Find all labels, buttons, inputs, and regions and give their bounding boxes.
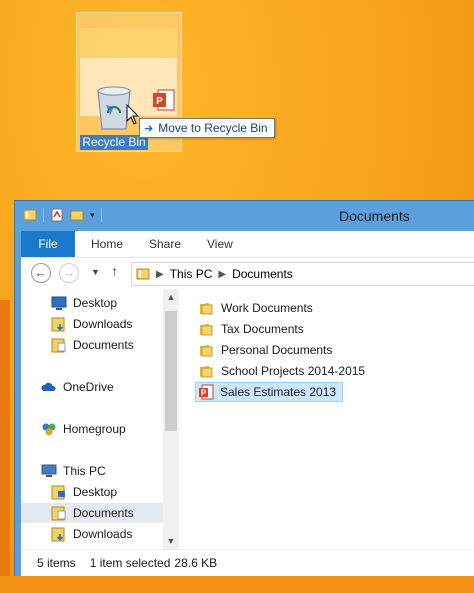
downloads-folder-icon [51, 527, 65, 542]
tab-home[interactable]: Home [91, 231, 123, 257]
address-folder-icon [136, 268, 150, 280]
nav-item-label: Downloads [73, 317, 133, 331]
downloads-folder-icon [51, 317, 65, 332]
up-arrow-icon: ↑ [111, 263, 118, 279]
nav-item-label: Documents [73, 338, 134, 352]
documents-folder-icon [51, 338, 66, 353]
customize-qat-icon[interactable]: ▾ [90, 210, 95, 221]
tab-share[interactable]: Share [149, 231, 181, 257]
recycle-bin-label: Recycle Bin [80, 135, 148, 150]
desktop-icon [51, 296, 67, 310]
status-item-count: 5 items [37, 556, 76, 570]
back-button[interactable]: ← [31, 263, 51, 283]
quick-access-toolbar: ▾ [23, 208, 102, 222]
powerpoint-drag-icon: P [153, 89, 175, 111]
title-bar[interactable]: ▾ Documents [15, 201, 474, 231]
nav-item-label: Homegroup [63, 422, 126, 436]
svg-text:P: P [201, 389, 207, 398]
file-item-sales-estimates[interactable]: P Sales Estimates 2013 [195, 382, 344, 402]
nav-item-downloads[interactable]: Downloads [21, 314, 179, 334]
nav-item-label: Desktop [73, 485, 118, 499]
folder-icon [200, 345, 213, 357]
ribbon-tabs: File Home Share View [21, 231, 474, 257]
qat-separator [43, 208, 44, 222]
desktop-edge [0, 300, 10, 593]
nav-scrollbar[interactable]: ▲ ▼ [163, 289, 179, 549]
homegroup-icon [42, 423, 56, 436]
scroll-up-icon[interactable]: ▲ [163, 289, 179, 305]
back-arrow-icon: ← [34, 265, 48, 280]
navigation-pane: Desktop Downloads Documents OneDrive Hom… [21, 289, 179, 549]
file-name: Personal Documents [221, 343, 333, 357]
qat-separator-2 [100, 208, 102, 222]
tab-view[interactable]: View [207, 231, 233, 257]
nav-item-label: Desktop [73, 296, 118, 310]
up-button[interactable]: ↑ [111, 263, 118, 279]
taskbar-edge [0, 576, 474, 593]
new-folder-icon[interactable] [70, 208, 84, 222]
desktop-folder-icon [51, 485, 65, 500]
address-row: ← → ▼ ↑ ▶ This PC ▶ Documents [21, 257, 474, 290]
breadcrumb-separator-icon[interactable]: ▶ [156, 269, 164, 280]
content-area: Desktop Downloads Documents OneDrive Hom… [21, 289, 474, 549]
documents-folder-icon [51, 506, 66, 521]
folder-icon [200, 303, 213, 315]
file-name: School Projects 2014-2015 [221, 364, 366, 378]
powerpoint-file-icon: P [199, 384, 214, 400]
nav-item-label: Downloads [73, 527, 133, 541]
nav-item-label: OneDrive [63, 380, 114, 394]
file-name: Sales Estimates 2013 [220, 385, 337, 399]
explorer-window: ▾ Documents File Home Share View ← → ▼ ↑… [14, 200, 474, 577]
file-item-personal-documents[interactable]: Personal Documents [197, 340, 338, 360]
forward-button[interactable]: → [59, 263, 79, 283]
forward-arrow-icon: → [62, 265, 76, 280]
drag-ghost-top [80, 28, 177, 60]
mouse-cursor-icon [126, 104, 140, 125]
window-folder-icon [23, 209, 37, 221]
status-selected: 1 item selected [89, 556, 171, 570]
file-item-school-projects[interactable]: School Projects 2014-2015 [197, 361, 371, 381]
onedrive-cloud-icon [41, 382, 56, 391]
scroll-thumb[interactable] [165, 311, 177, 431]
breadcrumb-this-pc[interactable]: This PC [170, 267, 213, 281]
nav-item-pc-downloads[interactable]: Downloads [21, 524, 179, 544]
tab-file[interactable]: File [21, 231, 75, 257]
file-name: Tax Documents [221, 322, 304, 336]
recent-locations-chevron-icon[interactable]: ▼ [91, 267, 100, 277]
folder-icon [200, 366, 213, 378]
nav-item-this-pc[interactable]: This PC [21, 461, 179, 481]
nav-item-pc-documents[interactable]: Documents [21, 503, 179, 523]
scroll-down-icon[interactable]: ▼ [163, 533, 179, 549]
move-arrow-icon: ➜ [144, 122, 154, 135]
nav-item-label: Documents [73, 506, 134, 520]
address-bar[interactable]: ▶ This PC ▶ Documents [131, 262, 474, 286]
status-size: 28.6 KB [174, 556, 218, 570]
file-list: Work Documents Tax Documents Personal Do… [195, 289, 474, 549]
nav-item-label: This PC [63, 464, 106, 478]
file-item-tax-documents[interactable]: Tax Documents [197, 319, 310, 339]
tooltip-text: Move to Recycle Bin [158, 121, 268, 135]
nav-item-documents[interactable]: Documents [21, 335, 179, 355]
file-item-work-documents[interactable]: Work Documents [197, 298, 319, 318]
nav-item-onedrive[interactable]: OneDrive [21, 377, 179, 397]
nav-item-homegroup[interactable]: Homegroup [21, 419, 179, 439]
svg-text:P: P [156, 96, 163, 107]
properties-icon[interactable] [50, 208, 64, 222]
breadcrumb-documents[interactable]: Documents [232, 267, 293, 281]
window-title: Documents [339, 208, 410, 224]
status-bar: 5 items 1 item selected 28.6 KB [21, 549, 474, 576]
nav-item-desktop[interactable]: Desktop [21, 293, 179, 313]
computer-icon [41, 464, 57, 477]
breadcrumb-separator-icon[interactable]: ▶ [218, 269, 226, 280]
folder-icon [200, 324, 213, 336]
file-name: Work Documents [221, 301, 313, 315]
drag-tooltip: ➜ Move to Recycle Bin [139, 118, 275, 138]
nav-item-pc-desktop[interactable]: Desktop [21, 482, 179, 502]
